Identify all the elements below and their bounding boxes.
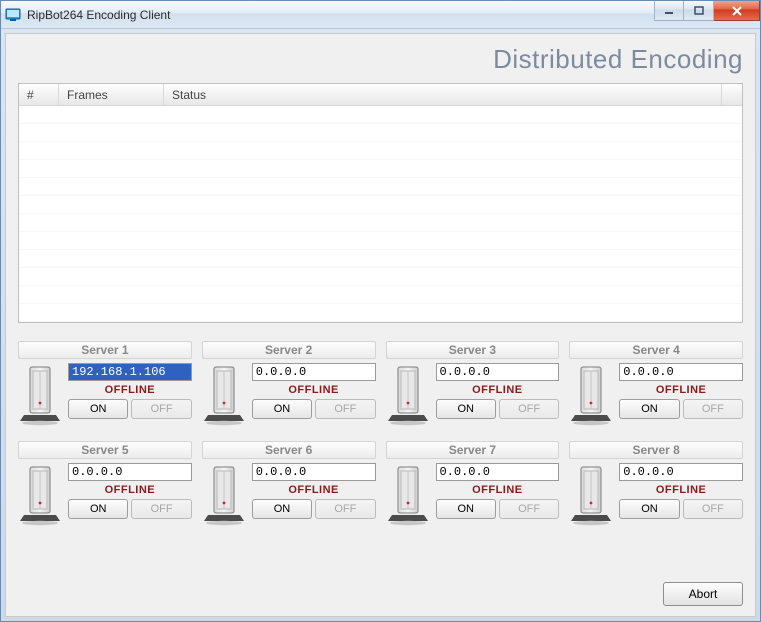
server-status: OFFLINE — [68, 484, 192, 496]
server-status: OFFLINE — [619, 384, 743, 396]
server-status: OFFLINE — [436, 484, 560, 496]
app-window: RipBot264 Encoding Client Distributed En… — [0, 0, 761, 622]
column-status[interactable]: Status — [164, 84, 722, 105]
server-label: Server 7 — [386, 441, 560, 459]
server-tower-icon — [386, 463, 430, 527]
server-off-button[interactable]: OFF — [683, 399, 743, 419]
server-on-button[interactable]: ON — [252, 399, 312, 419]
server-ip-input[interactable] — [619, 363, 743, 381]
server-label: Server 5 — [18, 441, 192, 459]
server-off-button[interactable]: OFF — [131, 499, 191, 519]
server-on-button[interactable]: ON — [436, 499, 496, 519]
close-button[interactable] — [714, 1, 760, 21]
server-label: Server 6 — [202, 441, 376, 459]
server-on-button[interactable]: ON — [619, 399, 679, 419]
column-number[interactable]: # — [19, 84, 59, 105]
server-block: Server 8 OFFLINE ON OFF — [569, 441, 743, 527]
app-icon — [5, 8, 21, 22]
server-tower-icon — [386, 363, 430, 427]
servers-panel: Server 1 OFFLINE ON OFF Server 2 — [18, 341, 743, 527]
jobs-grid[interactable]: # Frames Status — [18, 83, 743, 323]
server-ip-input[interactable] — [68, 463, 192, 481]
server-label: Server 8 — [569, 441, 743, 459]
server-block: Server 1 OFFLINE ON OFF — [18, 341, 192, 427]
server-tower-icon — [18, 363, 62, 427]
server-on-button[interactable]: ON — [436, 399, 496, 419]
server-ip-input[interactable] — [252, 463, 376, 481]
server-label: Server 4 — [569, 341, 743, 359]
server-off-button[interactable]: OFF — [499, 499, 559, 519]
server-block: Server 2 OFFLINE ON OFF — [202, 341, 376, 427]
column-spacer — [722, 84, 742, 105]
server-block: Server 5 OFFLINE ON OFF — [18, 441, 192, 527]
server-block: Server 7 OFFLINE ON OFF — [386, 441, 560, 527]
window-title: RipBot264 Encoding Client — [27, 8, 170, 22]
server-status: OFFLINE — [68, 384, 192, 396]
server-tower-icon — [202, 363, 246, 427]
server-ip-input[interactable] — [436, 463, 560, 481]
server-block: Server 6 OFFLINE ON OFF — [202, 441, 376, 527]
server-on-button[interactable]: ON — [68, 499, 128, 519]
server-label: Server 2 — [202, 341, 376, 359]
minimize-button[interactable] — [654, 1, 684, 21]
footer: Abort — [18, 568, 743, 606]
grid-body[interactable] — [19, 106, 742, 322]
server-ip-input[interactable] — [436, 363, 560, 381]
server-tower-icon — [202, 463, 246, 527]
server-off-button[interactable]: OFF — [683, 499, 743, 519]
server-status: OFFLINE — [436, 384, 560, 396]
server-label: Server 1 — [18, 341, 192, 359]
server-tower-icon — [569, 463, 613, 527]
server-block: Server 4 OFFLINE ON OFF — [569, 341, 743, 427]
server-off-button[interactable]: OFF — [315, 499, 375, 519]
server-ip-input[interactable] — [252, 363, 376, 381]
maximize-button[interactable] — [684, 1, 714, 21]
server-status: OFFLINE — [619, 484, 743, 496]
server-status: OFFLINE — [252, 484, 376, 496]
titlebar[interactable]: RipBot264 Encoding Client — [1, 1, 760, 29]
server-off-button[interactable]: OFF — [315, 399, 375, 419]
server-on-button[interactable]: ON — [619, 499, 679, 519]
abort-button[interactable]: Abort — [663, 582, 743, 606]
server-ip-input[interactable] — [68, 363, 192, 381]
server-off-button[interactable]: OFF — [499, 399, 559, 419]
server-tower-icon — [18, 463, 62, 527]
grid-header: # Frames Status — [19, 84, 742, 106]
page-title: Distributed Encoding — [18, 44, 743, 75]
server-on-button[interactable]: ON — [252, 499, 312, 519]
window-controls — [654, 1, 760, 21]
server-off-button[interactable]: OFF — [131, 399, 191, 419]
server-label: Server 3 — [386, 341, 560, 359]
server-status: OFFLINE — [252, 384, 376, 396]
server-on-button[interactable]: ON — [68, 399, 128, 419]
server-ip-input[interactable] — [619, 463, 743, 481]
client-area: Distributed Encoding # Frames Status Ser… — [5, 33, 756, 617]
server-block: Server 3 OFFLINE ON OFF — [386, 341, 560, 427]
server-tower-icon — [569, 363, 613, 427]
column-frames[interactable]: Frames — [59, 84, 164, 105]
